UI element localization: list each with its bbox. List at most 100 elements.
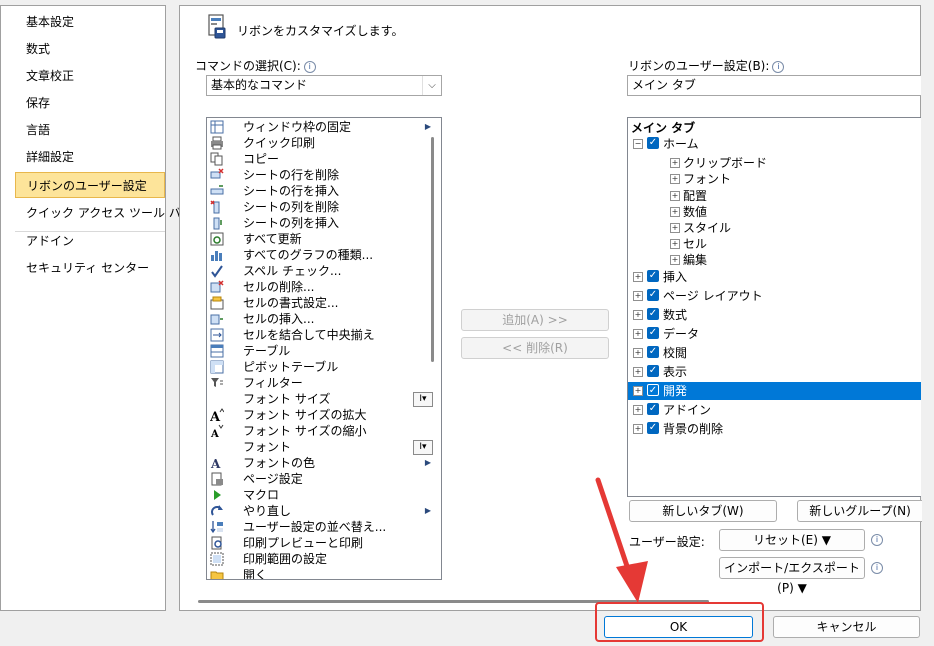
- expand-icon[interactable]: +: [633, 291, 643, 301]
- expand-icon[interactable]: +: [670, 190, 680, 201]
- nav-item[interactable]: 言語: [26, 117, 50, 143]
- expand-icon[interactable]: +: [633, 405, 643, 415]
- nav-item[interactable]: 詳細設定: [26, 144, 74, 170]
- cancel-button[interactable]: キャンセル: [773, 616, 920, 638]
- checkbox-checked-icon[interactable]: ✓: [647, 270, 659, 282]
- filter-icon: [210, 376, 224, 390]
- commands-list[interactable]: ウィンドウ枠の固定 ▶ クイック印刷 コピー シートの行を削除 シートの行を挿入 シートの列…: [206, 117, 442, 580]
- nav-item[interactable]: 基本設定: [26, 9, 74, 35]
- command-item[interactable]: セルの挿入...: [207, 311, 439, 327]
- submenu-arrow-icon: ▶: [424, 506, 431, 515]
- command-item[interactable]: 開く: [207, 567, 439, 579]
- command-item[interactable]: A フォントの色 ▶: [207, 455, 439, 471]
- command-item[interactable]: シートの列を削除: [207, 199, 439, 215]
- command-item[interactable]: シートの行を挿入: [207, 183, 439, 199]
- command-item[interactable]: ページ設定: [207, 471, 439, 487]
- command-label: フォント: [243, 440, 292, 454]
- command-item[interactable]: すべてのグラフの種類...: [207, 247, 439, 263]
- command-item[interactable]: すべて更新: [207, 231, 439, 247]
- command-item[interactable]: ユーザー設定の並べ替え...: [207, 519, 439, 535]
- command-item[interactable]: テーブル: [207, 343, 439, 359]
- command-item[interactable]: セルの書式設定...: [207, 295, 439, 311]
- tree-tab-item[interactable]: + ✓ 挿入: [628, 268, 921, 286]
- command-item[interactable]: フィルター: [207, 375, 439, 391]
- nav-item[interactable]: クイック アクセス ツール バー: [26, 200, 193, 226]
- remove-button[interactable]: << 削除(R): [461, 337, 609, 359]
- expand-icon[interactable]: +: [670, 255, 680, 266]
- expand-icon[interactable]: +: [670, 239, 680, 250]
- expand-icon[interactable]: +: [633, 329, 643, 339]
- expand-icon[interactable]: +: [633, 348, 643, 358]
- commands-list-scrollbar[interactable]: [431, 137, 434, 362]
- expand-icon[interactable]: +: [670, 206, 680, 217]
- ribbon-tabs-dropdown[interactable]: メイン タブ: [627, 75, 921, 96]
- checkbox-checked-icon[interactable]: ✓: [647, 327, 659, 339]
- tree-tab-item[interactable]: + ✓ 表示: [628, 363, 921, 381]
- command-label: セルの削除...: [243, 280, 315, 294]
- tree-tab-item[interactable]: + ✓ 数式: [628, 306, 921, 324]
- reset-button[interactable]: リセット(E) ▼: [719, 529, 865, 551]
- command-item[interactable]: セルの削除...: [207, 279, 439, 295]
- command-item[interactable]: やり直し ▶: [207, 503, 439, 519]
- tree-tab-item[interactable]: + ✓ アドイン: [628, 401, 921, 419]
- command-item[interactable]: フォント サイズ I▾: [207, 391, 439, 407]
- checkbox-checked-icon[interactable]: ✓: [647, 403, 659, 415]
- import-export-button[interactable]: インポート/エクスポート(P) ▼: [719, 557, 865, 595]
- nav-item[interactable]: 文章校正: [26, 63, 74, 89]
- checkbox-checked-icon[interactable]: ✓: [647, 289, 659, 301]
- checkbox-checked-icon[interactable]: ✓: [647, 365, 659, 377]
- command-item[interactable]: セルを結合して中央揃え: [207, 327, 439, 343]
- print-preview-icon: [210, 536, 224, 550]
- expand-icon[interactable]: +: [633, 424, 643, 434]
- delete-cells-icon: [210, 280, 224, 294]
- choose-commands-dropdown[interactable]: 基本的なコマンド ⌵: [206, 75, 442, 96]
- command-item[interactable]: クイック印刷: [207, 135, 439, 151]
- nav-item[interactable]: リボンのユーザー設定: [15, 172, 165, 198]
- new-group-button[interactable]: 新しいグループ(N): [797, 500, 922, 522]
- collapse-icon[interactable]: −: [633, 139, 643, 149]
- checkbox-checked-icon[interactable]: ✓: [647, 422, 659, 434]
- tree-tab-item[interactable]: + ✓ ページ レイアウト: [628, 287, 921, 305]
- command-item[interactable]: シートの列を挿入: [207, 215, 439, 231]
- checkbox-checked-icon[interactable]: ✓: [647, 384, 659, 396]
- checkbox-checked-icon[interactable]: ✓: [647, 308, 659, 320]
- command-item[interactable]: ウィンドウ枠の固定 ▶: [207, 119, 439, 135]
- checkbox-checked-icon[interactable]: ✓: [647, 346, 659, 358]
- command-item[interactable]: スペル チェック...: [207, 263, 439, 279]
- expand-icon[interactable]: +: [670, 158, 680, 169]
- tree-tab-item[interactable]: + ✓ 校閲: [628, 344, 921, 362]
- command-item[interactable]: 印刷範囲の設定: [207, 551, 439, 567]
- tree-group-item[interactable]: + 編集: [628, 251, 921, 269]
- nav-item[interactable]: 数式: [26, 36, 50, 62]
- tree-tab-item[interactable]: − ✓ ホーム: [628, 135, 921, 153]
- nav-item[interactable]: 保存: [26, 90, 50, 116]
- tree-tab-item[interactable]: + ✓ データ: [628, 325, 921, 343]
- tree-tab-item[interactable]: + ✓ 開発: [628, 382, 921, 400]
- command-label: ピボットテーブル: [243, 360, 339, 374]
- command-item[interactable]: 印刷プレビューと印刷: [207, 535, 439, 551]
- text-input-icon: I▾: [413, 440, 433, 455]
- checkbox-checked-icon[interactable]: ✓: [647, 137, 659, 149]
- command-item[interactable]: フォント I▾: [207, 439, 439, 455]
- expand-icon[interactable]: +: [633, 367, 643, 377]
- ribbon-tree[interactable]: メイン タブ − ✓ ホーム + クリップボード + フォント + 配置 + 数値 + スタイル + セル +…: [627, 117, 921, 497]
- command-item[interactable]: A フォント サイズの拡大: [207, 407, 439, 425]
- red-arrow-icon: [588, 475, 658, 605]
- svg-text:A: A: [210, 410, 221, 422]
- nav-item[interactable]: セキュリティ センター: [26, 255, 149, 281]
- expand-icon[interactable]: +: [670, 223, 680, 233]
- chevron-down-icon[interactable]: ⌵: [422, 76, 441, 95]
- refresh-all-icon: [210, 232, 224, 246]
- command-item[interactable]: ピボットテーブル: [207, 359, 439, 375]
- command-item[interactable]: A フォント サイズの縮小: [207, 423, 439, 440]
- command-item[interactable]: コピー: [207, 151, 439, 167]
- command-item[interactable]: マクロ: [207, 487, 439, 503]
- expand-icon[interactable]: +: [670, 174, 680, 185]
- expand-icon[interactable]: +: [633, 310, 643, 320]
- expand-icon[interactable]: +: [633, 386, 643, 396]
- expand-icon[interactable]: +: [633, 272, 643, 282]
- tree-label: 数式: [663, 308, 688, 322]
- command-item[interactable]: シートの行を削除: [207, 167, 439, 183]
- add-button[interactable]: 追加(A) >>: [461, 309, 609, 331]
- tree-tab-item[interactable]: + ✓ 背景の削除: [628, 420, 921, 438]
